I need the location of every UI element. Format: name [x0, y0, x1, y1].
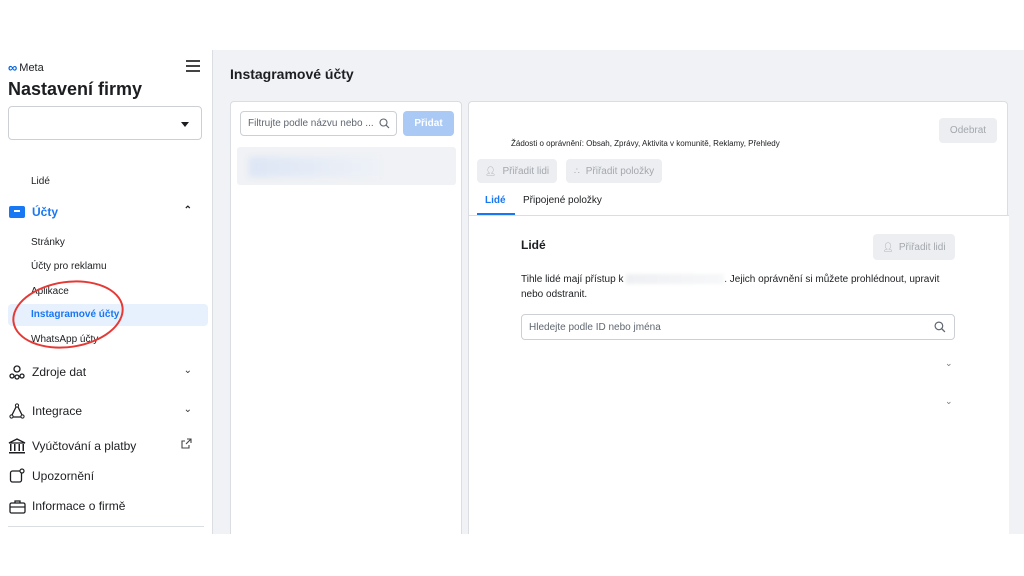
assign-items-button[interactable]: ∴ Přiřadit položky	[566, 159, 663, 183]
external-link-icon[interactable]	[181, 438, 192, 452]
sidebar-item-instagram-accounts[interactable]: Instagramové účty	[8, 304, 208, 326]
sidebar-item-integrations-label: Integrace	[32, 404, 83, 418]
account-detail-panel: Odebrat Žádosti o oprávnění: Obsah, Zprá…	[468, 101, 1009, 534]
items-icon: ∴	[574, 165, 580, 176]
meta-brand-label: Meta	[19, 61, 44, 74]
section-assign-people-button[interactable]: 👤︎ Přiřadit lidi	[873, 234, 955, 260]
chevron-down-icon[interactable]: ⌄	[945, 358, 953, 369]
search-icon	[934, 321, 946, 336]
remove-button[interactable]: Odebrat	[939, 118, 997, 143]
page-title: Instagramové účty	[230, 66, 354, 82]
tab-people[interactable]: Lidé	[485, 195, 506, 206]
redacted-account-name	[249, 157, 379, 177]
notifications-icon	[8, 467, 26, 485]
search-icon	[379, 118, 390, 132]
sidebar-item-whatsapp-accounts[interactable]: WhatsApp účty	[31, 334, 98, 345]
instagram-accounts-list-panel: Filtrujte podle názvu nebo ... Přidat	[230, 101, 462, 534]
person-icon: 👤︎	[485, 165, 497, 176]
app-frame: ∞ Meta Nastavení firmy Lidé Účty ⌃ Strán…	[0, 50, 1024, 534]
tabs-divider	[469, 215, 1009, 216]
accounts-box-icon	[8, 203, 26, 221]
sidebar-item-data-sources-label: Zdroje dat	[32, 365, 87, 379]
sidebar-item-integrations[interactable]: Integrace ⌄	[8, 401, 204, 421]
sidebar-item-ad-accounts[interactable]: Účty pro reklamu	[31, 261, 107, 272]
person-icon: 👤︎	[882, 241, 894, 252]
integrations-icon	[8, 402, 26, 420]
list-item[interactable]	[237, 147, 456, 185]
section-title: Lidé	[521, 238, 546, 252]
sidebar-section-accounts-label: Účty	[32, 205, 59, 219]
sidebar-divider	[8, 526, 204, 527]
sidebar-item-billing-label: Vyúčtování a platby	[32, 439, 137, 453]
add-button[interactable]: Přidat	[403, 111, 454, 136]
tab-connected-items[interactable]: Připojené položky	[523, 195, 602, 206]
people-search-placeholder: Hledejte podle ID nebo jména	[529, 322, 661, 333]
redacted-account-name	[626, 274, 725, 285]
meta-infinity-icon: ∞	[8, 60, 18, 75]
sidebar-item-data-sources[interactable]: Zdroje dat ⌄	[8, 362, 204, 382]
chevron-down-icon: ⌄	[183, 404, 192, 415]
assign-people-button[interactable]: 👤︎ Přiřadit lidi	[477, 159, 558, 183]
sidebar-item-people[interactable]: Lidé	[31, 176, 50, 187]
sidebar-item-business-info[interactable]: Informace o firmě	[8, 496, 204, 516]
sidebar-section-accounts[interactable]: Účty ⌃	[8, 202, 204, 222]
people-search-input[interactable]: Hledejte podle ID nebo jména	[521, 314, 955, 340]
hamburger-menu-icon[interactable]	[186, 60, 200, 72]
business-selector[interactable]	[8, 106, 202, 140]
chevron-down-icon: ⌄	[183, 365, 192, 376]
sidebar-item-pages[interactable]: Stránky	[31, 237, 65, 248]
sidebar: ∞ Meta Nastavení firmy Lidé Účty ⌃ Strán…	[0, 50, 213, 534]
filter-input[interactable]: Filtrujte podle názvu nebo ...	[240, 111, 397, 136]
chevron-down-icon[interactable]: ⌄	[945, 396, 953, 407]
sidebar-title: Nastavení firmy	[8, 79, 143, 99]
assign-people-label: Přiřadit lidi	[502, 165, 550, 177]
sidebar-item-notifications[interactable]: Upozornění	[8, 466, 204, 486]
data-sources-icon	[8, 363, 26, 381]
permissions-text: Žádosti o oprávnění: Obsah, Zprávy, Akti…	[511, 139, 780, 148]
caret-down-icon	[181, 122, 189, 127]
sidebar-item-business-info-label: Informace o firmě	[32, 499, 126, 513]
sidebar-item-apps[interactable]: Aplikace	[31, 286, 69, 297]
briefcase-icon	[8, 497, 26, 515]
filter-placeholder: Filtrujte podle názvu nebo ...	[248, 118, 374, 129]
meta-logo: ∞ Meta	[8, 60, 44, 75]
sidebar-item-billing[interactable]: Vyúčtování a platby	[8, 436, 204, 456]
billing-bank-icon	[8, 437, 26, 455]
content-area	[469, 216, 1009, 534]
section-assign-people-label: Přiřadit lidi	[898, 241, 946, 253]
sidebar-item-notifications-label: Upozornění	[32, 469, 95, 483]
section-description: Tihle lidé mají přístup k . Jejich opráv…	[521, 272, 951, 302]
chevron-up-icon: ⌃	[183, 205, 192, 216]
assign-items-label: Přiřadit položky	[585, 165, 655, 177]
description-start: Tihle lidé mají přístup k	[521, 274, 624, 285]
